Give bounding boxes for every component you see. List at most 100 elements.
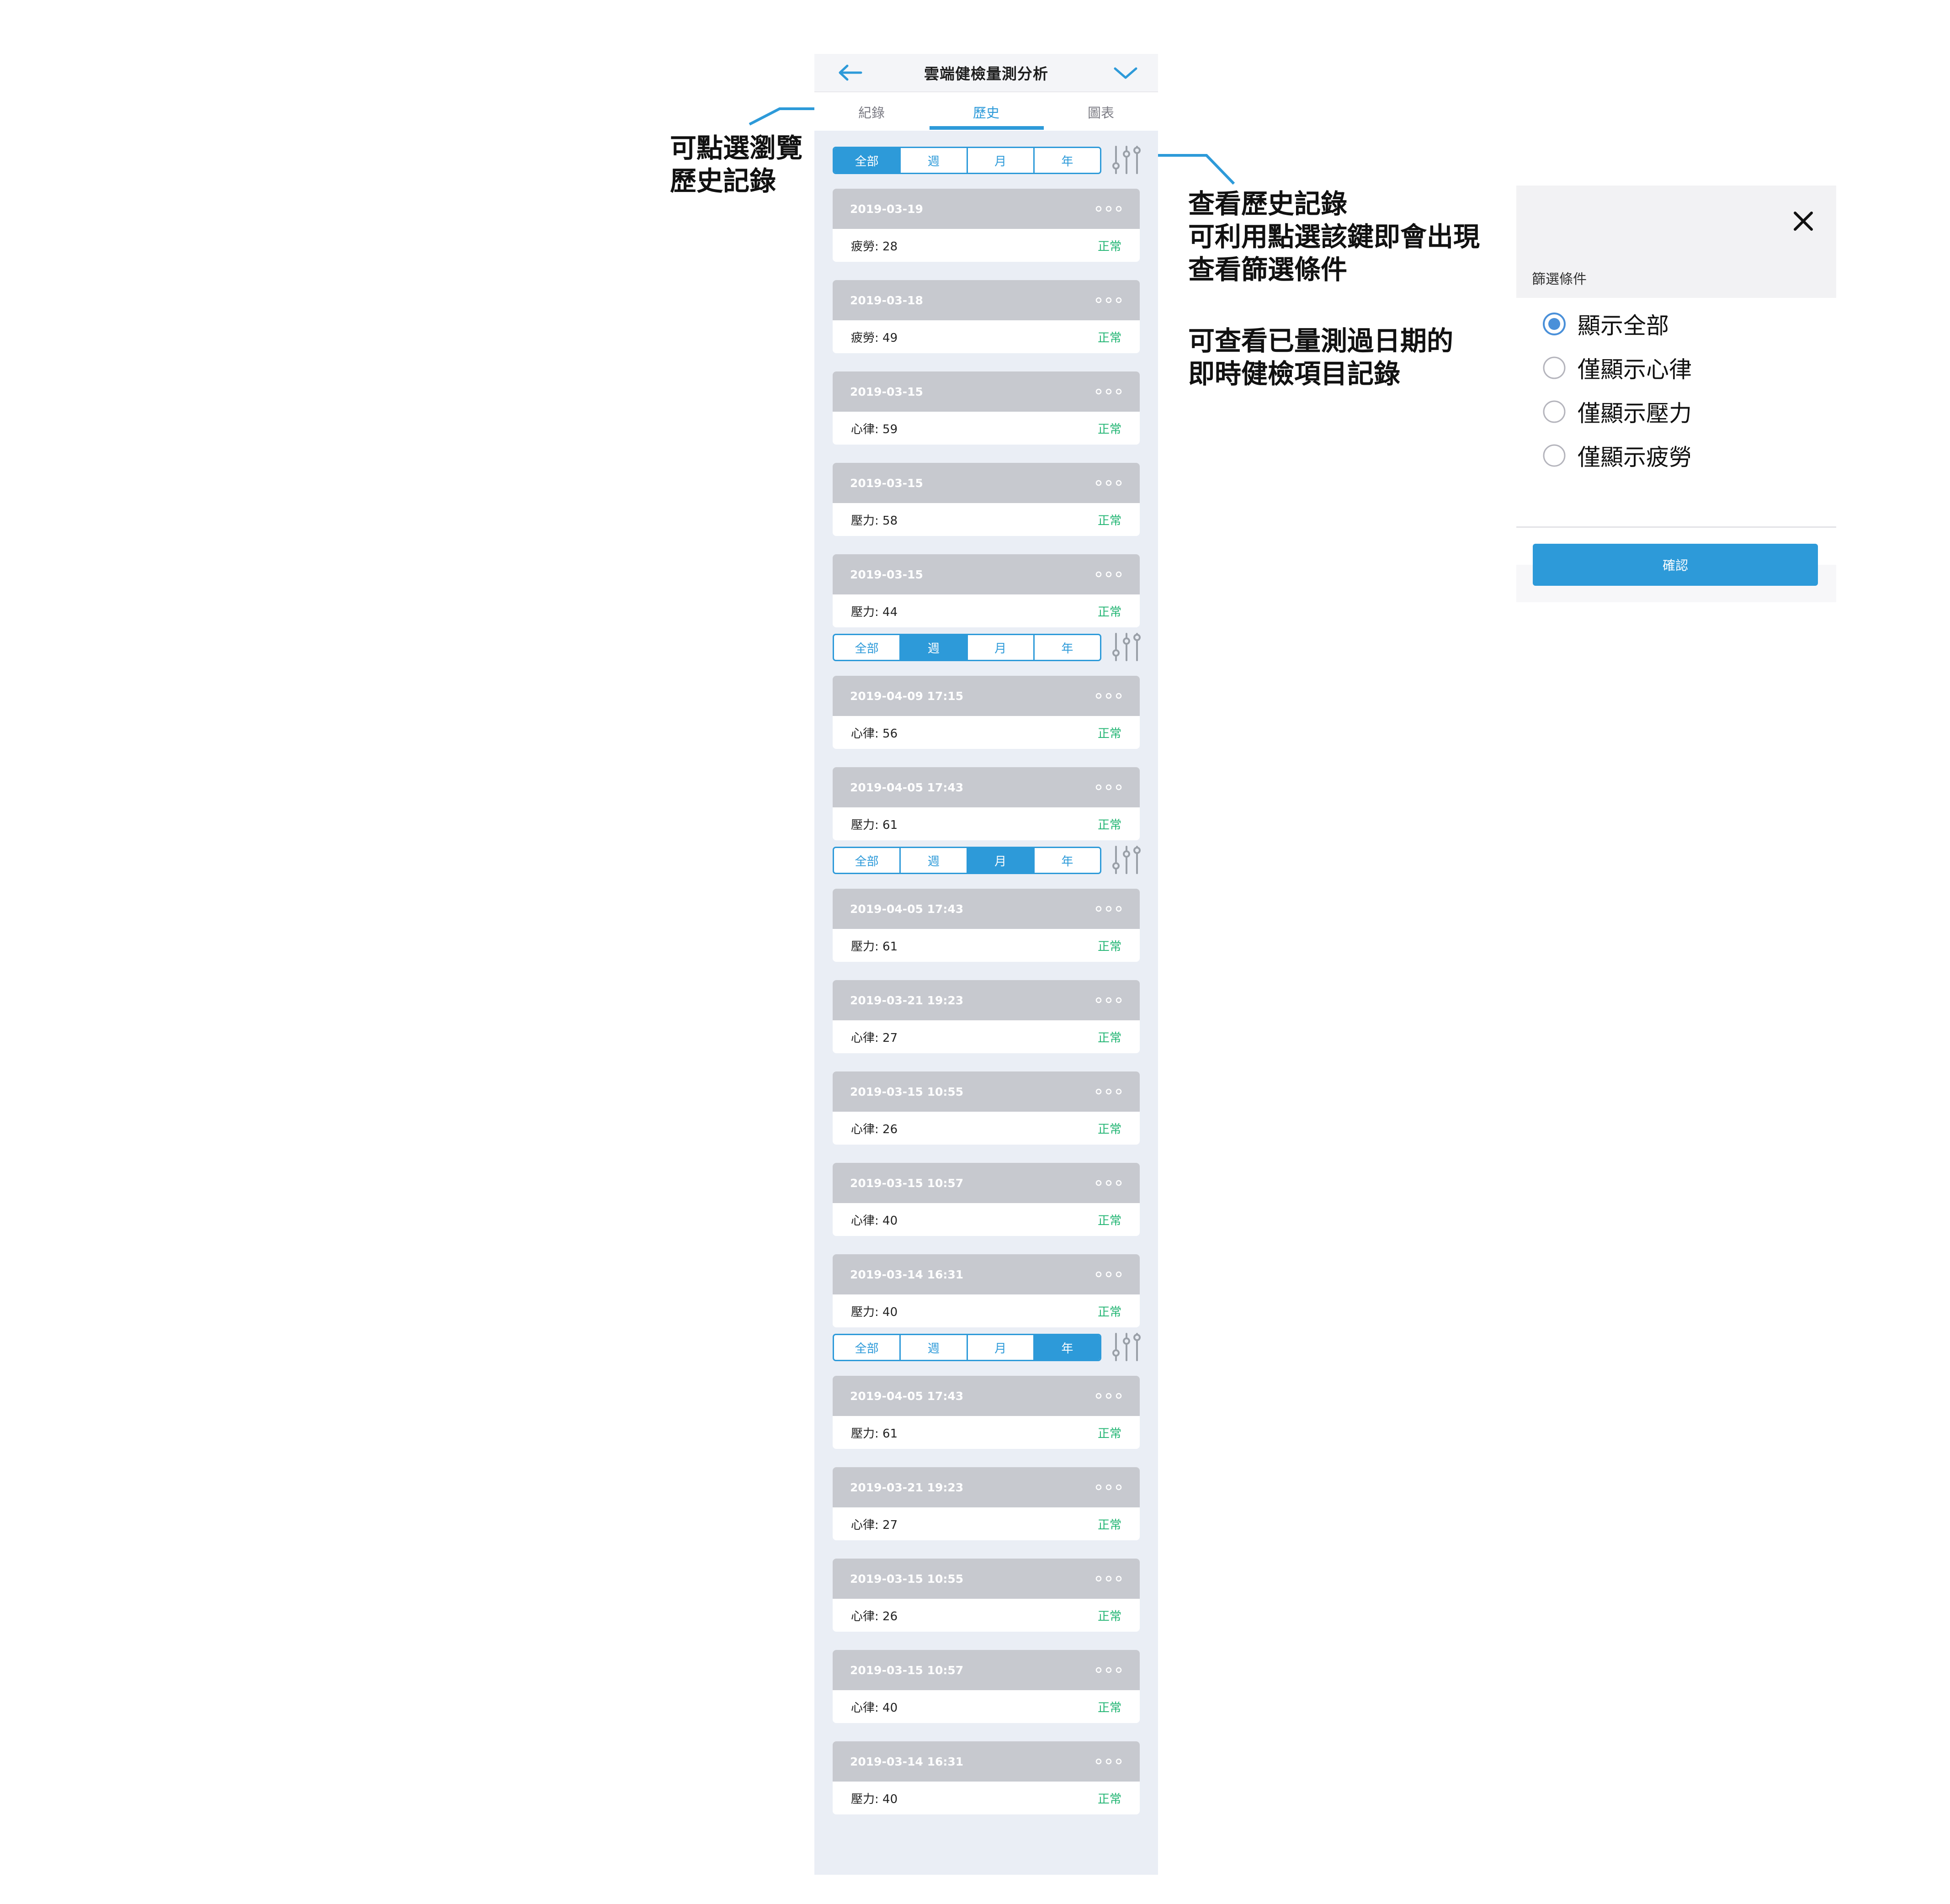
- record-card[interactable]: 2019-03-21 19:23 心律: 27 正常: [833, 980, 1140, 1053]
- more-options-icon[interactable]: [1095, 1392, 1122, 1400]
- record-card[interactable]: 2019-03-15 10:57 心律: 40 正常: [833, 1163, 1140, 1236]
- segment-year[interactable]: 年: [1035, 635, 1100, 660]
- status-label: 正常: [1097, 239, 1121, 254]
- more-options-icon[interactable]: [1095, 571, 1122, 578]
- app-header: 雲端健檢量測分析: [814, 54, 1158, 91]
- filter-sliders-icon[interactable]: [1111, 632, 1142, 662]
- record-card[interactable]: 2019-04-05 17:43 壓力: 61 正常: [833, 767, 1140, 840]
- record-card[interactable]: 2019-04-05 17:43 壓力: 61 正常: [833, 889, 1140, 962]
- period-segmented-control: 全部週月年: [833, 847, 1101, 874]
- more-options-icon[interactable]: [1095, 905, 1122, 912]
- record-card[interactable]: 2019-03-21 19:23 心律: 27 正常: [833, 1467, 1140, 1540]
- record-card[interactable]: 2019-03-15 壓力: 44 正常: [833, 554, 1140, 627]
- arrow-left-icon[interactable]: [837, 64, 863, 81]
- chevron-down-icon[interactable]: [1113, 66, 1138, 80]
- record-card[interactable]: 2019-03-15 10:55 心律: 26 正常: [833, 1559, 1140, 1632]
- filter-option[interactable]: 僅顯示疲勞: [1542, 440, 1692, 472]
- record-card[interactable]: 2019-03-15 10:55 心律: 26 正常: [833, 1071, 1140, 1145]
- filter-sliders-icon[interactable]: [1111, 1332, 1142, 1362]
- more-options-icon[interactable]: [1095, 1271, 1122, 1278]
- filter-option[interactable]: 顯示全部: [1542, 308, 1669, 340]
- more-options-icon[interactable]: [1095, 784, 1122, 791]
- segment-all[interactable]: 全部: [834, 635, 901, 660]
- more-options-icon[interactable]: [1095, 692, 1122, 700]
- segment-month[interactable]: 月: [968, 1335, 1035, 1360]
- status-label: 正常: [1097, 605, 1121, 619]
- tab-charts[interactable]: 圖表: [1044, 92, 1158, 132]
- more-options-icon[interactable]: [1095, 1758, 1122, 1765]
- record-card-body: 壓力: 61 正常: [833, 1416, 1140, 1449]
- record-card-header: 2019-03-14 16:31: [833, 1741, 1140, 1782]
- segment-year[interactable]: 年: [1034, 1335, 1100, 1360]
- record-date: 2019-03-15 10:57: [850, 1663, 964, 1677]
- more-options-icon[interactable]: [1095, 1088, 1122, 1095]
- status-label: 正常: [1097, 422, 1121, 436]
- record-card-header: 2019-03-14 16:31: [833, 1254, 1140, 1294]
- record-card[interactable]: 2019-04-09 17:15 心律: 56 正常: [833, 676, 1140, 749]
- status-label: 正常: [1097, 1609, 1121, 1623]
- filter-option[interactable]: 僅顯示壓力: [1542, 396, 1692, 428]
- record-card-body: 壓力: 58 正常: [833, 503, 1140, 536]
- more-options-icon[interactable]: [1095, 1666, 1122, 1674]
- record-card[interactable]: 2019-03-15 10:57 心律: 40 正常: [833, 1650, 1140, 1723]
- record-date: 2019-03-14 16:31: [850, 1755, 964, 1768]
- more-options-icon[interactable]: [1095, 479, 1122, 487]
- segment-week[interactable]: 週: [901, 635, 968, 660]
- record-date: 2019-03-15 10:57: [850, 1176, 964, 1190]
- more-options-icon[interactable]: [1095, 1179, 1122, 1187]
- annotation-line: 查看篩選條件: [1188, 254, 1348, 285]
- record-card-body: 心律: 27 正常: [833, 1507, 1140, 1540]
- active-tab-indicator: [930, 126, 1044, 130]
- record-date: 2019-03-21 19:23: [850, 993, 964, 1007]
- more-options-icon[interactable]: [1095, 205, 1122, 212]
- segment-month[interactable]: 月: [968, 148, 1035, 173]
- filter-sliders-icon[interactable]: [1111, 145, 1142, 175]
- record-card-body: 心律: 59 正常: [833, 412, 1140, 445]
- radio-unselected-icon[interactable]: [1542, 355, 1567, 380]
- confirm-button[interactable]: 確認: [1533, 544, 1818, 586]
- record-card[interactable]: 2019-03-15 心律: 59 正常: [833, 371, 1140, 445]
- record-card[interactable]: 2019-03-15 壓力: 58 正常: [833, 463, 1140, 536]
- record-card-body: 心律: 26 正常: [833, 1112, 1140, 1145]
- filter-title: 篩選條件: [1532, 271, 1587, 287]
- record-card-header: 2019-04-09 17:15: [833, 676, 1140, 716]
- filter-option[interactable]: 僅顯示心律: [1542, 352, 1692, 384]
- annotation-line: 可利用點選該鍵即會出現: [1188, 221, 1480, 252]
- record-value: 心律: 26: [851, 1609, 898, 1623]
- more-options-icon[interactable]: [1095, 297, 1122, 304]
- tab-records[interactable]: 紀錄: [814, 92, 929, 132]
- filter-sliders-icon[interactable]: [1111, 845, 1142, 875]
- record-value: 心律: 27: [851, 1031, 898, 1045]
- more-options-icon[interactable]: [1095, 1484, 1122, 1491]
- segment-year[interactable]: 年: [1035, 148, 1100, 173]
- radio-selected-icon[interactable]: [1542, 312, 1567, 336]
- record-card[interactable]: 2019-03-19 疲勞: 28 正常: [833, 189, 1140, 262]
- segment-week[interactable]: 週: [901, 848, 968, 873]
- record-card-body: 心律: 56 正常: [833, 716, 1140, 749]
- record-date: 2019-03-15: [850, 567, 923, 581]
- record-card[interactable]: 2019-03-18 疲勞: 49 正常: [833, 280, 1140, 353]
- segment-week[interactable]: 週: [901, 1335, 968, 1360]
- more-options-icon[interactable]: [1095, 388, 1122, 395]
- record-card[interactable]: 2019-03-14 16:31 壓力: 40 正常: [833, 1741, 1140, 1814]
- period-segmented-control: 全部週月年: [833, 147, 1101, 174]
- segment-week[interactable]: 週: [901, 148, 968, 173]
- segment-month[interactable]: 月: [968, 635, 1035, 660]
- page-title: 雲端健檢量測分析: [924, 65, 1048, 83]
- more-options-icon[interactable]: [1095, 1575, 1122, 1582]
- segment-month[interactable]: 月: [967, 848, 1035, 873]
- segment-all[interactable]: 全部: [834, 848, 901, 873]
- more-options-icon[interactable]: [1095, 997, 1122, 1004]
- radio-unselected-icon[interactable]: [1542, 399, 1567, 424]
- record-card-header: 2019-03-15 10:55: [833, 1071, 1140, 1112]
- segment-year[interactable]: 年: [1035, 848, 1100, 873]
- annotation-line: 可點選瀏覽: [670, 133, 803, 164]
- record-card[interactable]: 2019-03-14 16:31 壓力: 40 正常: [833, 1254, 1140, 1327]
- record-card[interactable]: 2019-04-05 17:43 壓力: 61 正常: [833, 1376, 1140, 1449]
- segment-all[interactable]: 全部: [834, 148, 901, 173]
- close-icon[interactable]: [1791, 209, 1815, 233]
- annotation-history-tab: 可點選瀏覽 歷史記錄: [670, 132, 802, 197]
- radio-unselected-icon[interactable]: [1542, 443, 1567, 468]
- segment-all[interactable]: 全部: [834, 1335, 901, 1360]
- record-value: 壓力: 61: [851, 818, 898, 832]
